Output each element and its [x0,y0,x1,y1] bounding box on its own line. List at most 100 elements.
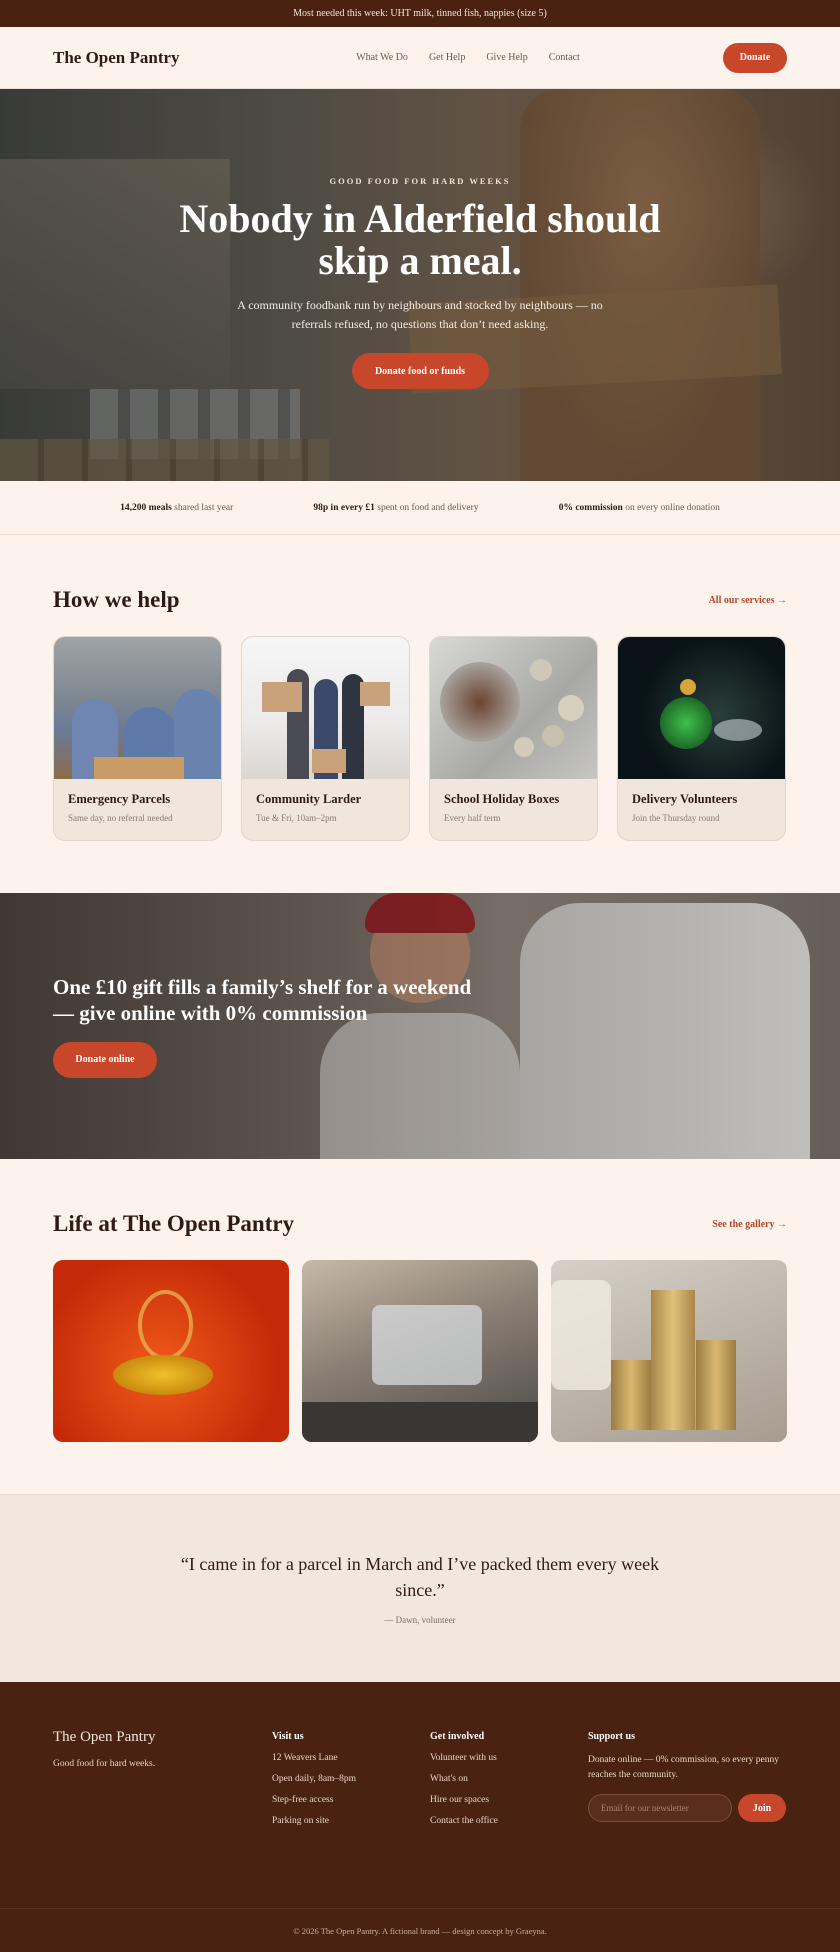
newsletter-email-input[interactable] [588,1794,732,1823]
photo-jar [440,662,520,742]
service-card-image [430,637,597,779]
photo-cans [651,1290,695,1430]
stats-strip: 14,200 meals shared last year 98p in eve… [0,481,840,535]
service-card-subtitle: Every half term [444,813,501,823]
footer-link-contact[interactable]: Contact the office [430,1816,588,1826]
testimonial-author: — Dawn, volunteer [384,1614,456,1625]
gallery-title: Life at The Open Pantry [53,1211,295,1236]
photo-box [360,682,390,706]
hero-subtitle: A community foodbank run by neighbours a… [237,298,603,331]
donate-online-button[interactable]: Donate online [53,1041,157,1078]
service-card-delivery-volunteers[interactable]: Delivery Volunteers Join the Thursday ro… [617,636,786,841]
footer-brand: The Open Pantry Good food for hard weeks… [53,1729,272,1826]
photo-coin [558,695,584,721]
service-card-title: Community Larder [256,792,362,806]
photo-box [312,749,346,773]
service-card-title: School Holiday Boxes [444,792,560,806]
copyright-bar: © 2026 The Open Pantry. A fictional bran… [0,1908,840,1952]
photo-coins [113,1355,213,1395]
service-card-title: Emergency Parcels [68,792,171,806]
nav-contact[interactable]: Contact [549,52,580,63]
photo-table [302,1402,538,1442]
photo-box [94,757,184,779]
photo-tub [372,1305,482,1385]
stat-commission-value: 0% commission [558,502,623,513]
service-card-subtitle: Join the Thursday round [632,813,720,823]
nav-give-help[interactable]: Give Help [486,52,527,63]
service-card-subtitle: Tue & Fri, 10am–2pm [256,813,337,823]
announcement-text: Most needed this week: UHT milk, tinned … [293,8,547,19]
service-card-subtitle: Same day, no referral needed [68,813,173,823]
site-header: The Open Pantry What We Do Get Help Give… [0,27,840,89]
hero: GOOD FOOD FOR HARD WEEKS Nobody in Alder… [0,89,840,481]
photo-coin [530,659,552,681]
footer-columns: The Open Pantry Good food for hard weeks… [53,1729,787,1826]
service-card-emergency-parcels[interactable]: Emergency Parcels Same day, no referral … [53,636,222,841]
stat-commission: 0% commission on every online donation [559,503,720,513]
photo-coin [514,737,534,757]
footer-hours: Open daily, 8am–8pm [272,1774,357,1784]
how-we-help-section: How we help All our services → Emergency… [0,535,840,893]
banner-content: One £10 gift fills a family’s shelf for … [53,974,493,1078]
testimonial: “I came in for a parcel in March and I’v… [0,1494,840,1682]
hero-eyebrow: GOOD FOOD FOR HARD WEEKS [329,176,511,186]
announcement-bar: Most needed this week: UHT milk, tinned … [0,0,840,27]
service-card-title: Delivery Volunteers [632,792,738,806]
photo-cans [611,1360,651,1430]
footer-tagline: Good food for hard weeks. [53,1759,156,1769]
hero-donate-button[interactable]: Donate food or funds [351,353,489,390]
photo-coin [542,725,564,747]
gallery-header: Life at The Open Pantry See the gallery … [53,1211,787,1237]
nav-what-we-do[interactable]: What We Do [356,52,408,63]
service-card-image [54,637,221,779]
footer-involved: Get involved Volunteer with us What's on… [430,1729,588,1826]
testimonial-text: “I came in for a parcel in March and I’v… [180,1554,660,1600]
footer-support: Support us Donate online — 0% commission… [588,1729,786,1826]
photo-coin [680,679,696,695]
gallery-image-coins[interactable] [53,1260,289,1442]
main-nav: What We Do Get Help Give Help Contact [213,52,723,63]
stat-meals-label: shared last year [171,502,234,513]
footer-access: Step-free access [272,1795,334,1805]
photo-jar [660,697,712,749]
footer-link-hire[interactable]: Hire our spaces [430,1795,588,1805]
service-card-image [618,637,785,779]
nav-get-help[interactable]: Get Help [429,52,465,63]
gallery-image-sorting[interactable] [302,1260,538,1442]
header-donate-button[interactable]: Donate [723,42,787,73]
footer-visit: Visit us 12 Weavers Lane Open daily, 8am… [272,1729,430,1826]
how-we-help-title: How we help [53,587,180,612]
footer-address: 12 Weavers Lane [272,1753,338,1763]
site-footer: The Open Pantry Good food for hard weeks… [0,1682,840,1908]
service-card-image [242,637,409,779]
photo-lid [714,719,762,741]
photo-bread [551,1280,611,1390]
banner-title: One £10 gift fills a family’s shelf for … [53,975,472,1026]
gallery-section: Life at The Open Pantry See the gallery … [0,1159,840,1494]
footer-link-volunteer[interactable]: Volunteer with us [430,1753,588,1763]
gallery-image-tins[interactable] [551,1260,787,1442]
stat-spend-value: 98p in every £1 [313,502,375,513]
footer-link-whats-on[interactable]: What's on [430,1774,588,1784]
how-we-help-header: How we help All our services → [53,587,787,613]
service-card-school-holiday-boxes[interactable]: School Holiday Boxes Every half term [429,636,598,841]
stat-spend-label: spent on food and delivery [374,502,479,513]
footer-parking: Parking on site [272,1816,329,1826]
stat-meals-value: 14,200 meals [120,502,172,513]
copyright-text: © 2026 The Open Pantry. A fictional bran… [293,1925,547,1936]
footer-support-text: Donate online — 0% commission, so every … [588,1755,780,1780]
footer-logo[interactable]: The Open Pantry [53,1729,272,1746]
newsletter-join-button[interactable]: Join [738,1794,786,1823]
donate-banner: One £10 gift fills a family’s shelf for … [0,893,840,1159]
photo-box [262,682,302,712]
footer-support-title: Support us [588,1731,635,1742]
stat-commission-label: on every online donation [622,502,720,513]
service-card-community-larder[interactable]: Community Larder Tue & Fri, 10am–2pm [241,636,410,841]
stat-meals: 14,200 meals shared last year [120,503,233,513]
footer-involved-title: Get involved [430,1731,485,1742]
hero-content: GOOD FOOD FOR HARD WEEKS Nobody in Alder… [0,89,840,481]
photo-cans [696,1340,736,1430]
see-gallery-link[interactable]: See the gallery → [712,1219,787,1230]
footer-visit-title: Visit us [272,1731,304,1742]
all-services-link[interactable]: All our services → [709,595,787,606]
